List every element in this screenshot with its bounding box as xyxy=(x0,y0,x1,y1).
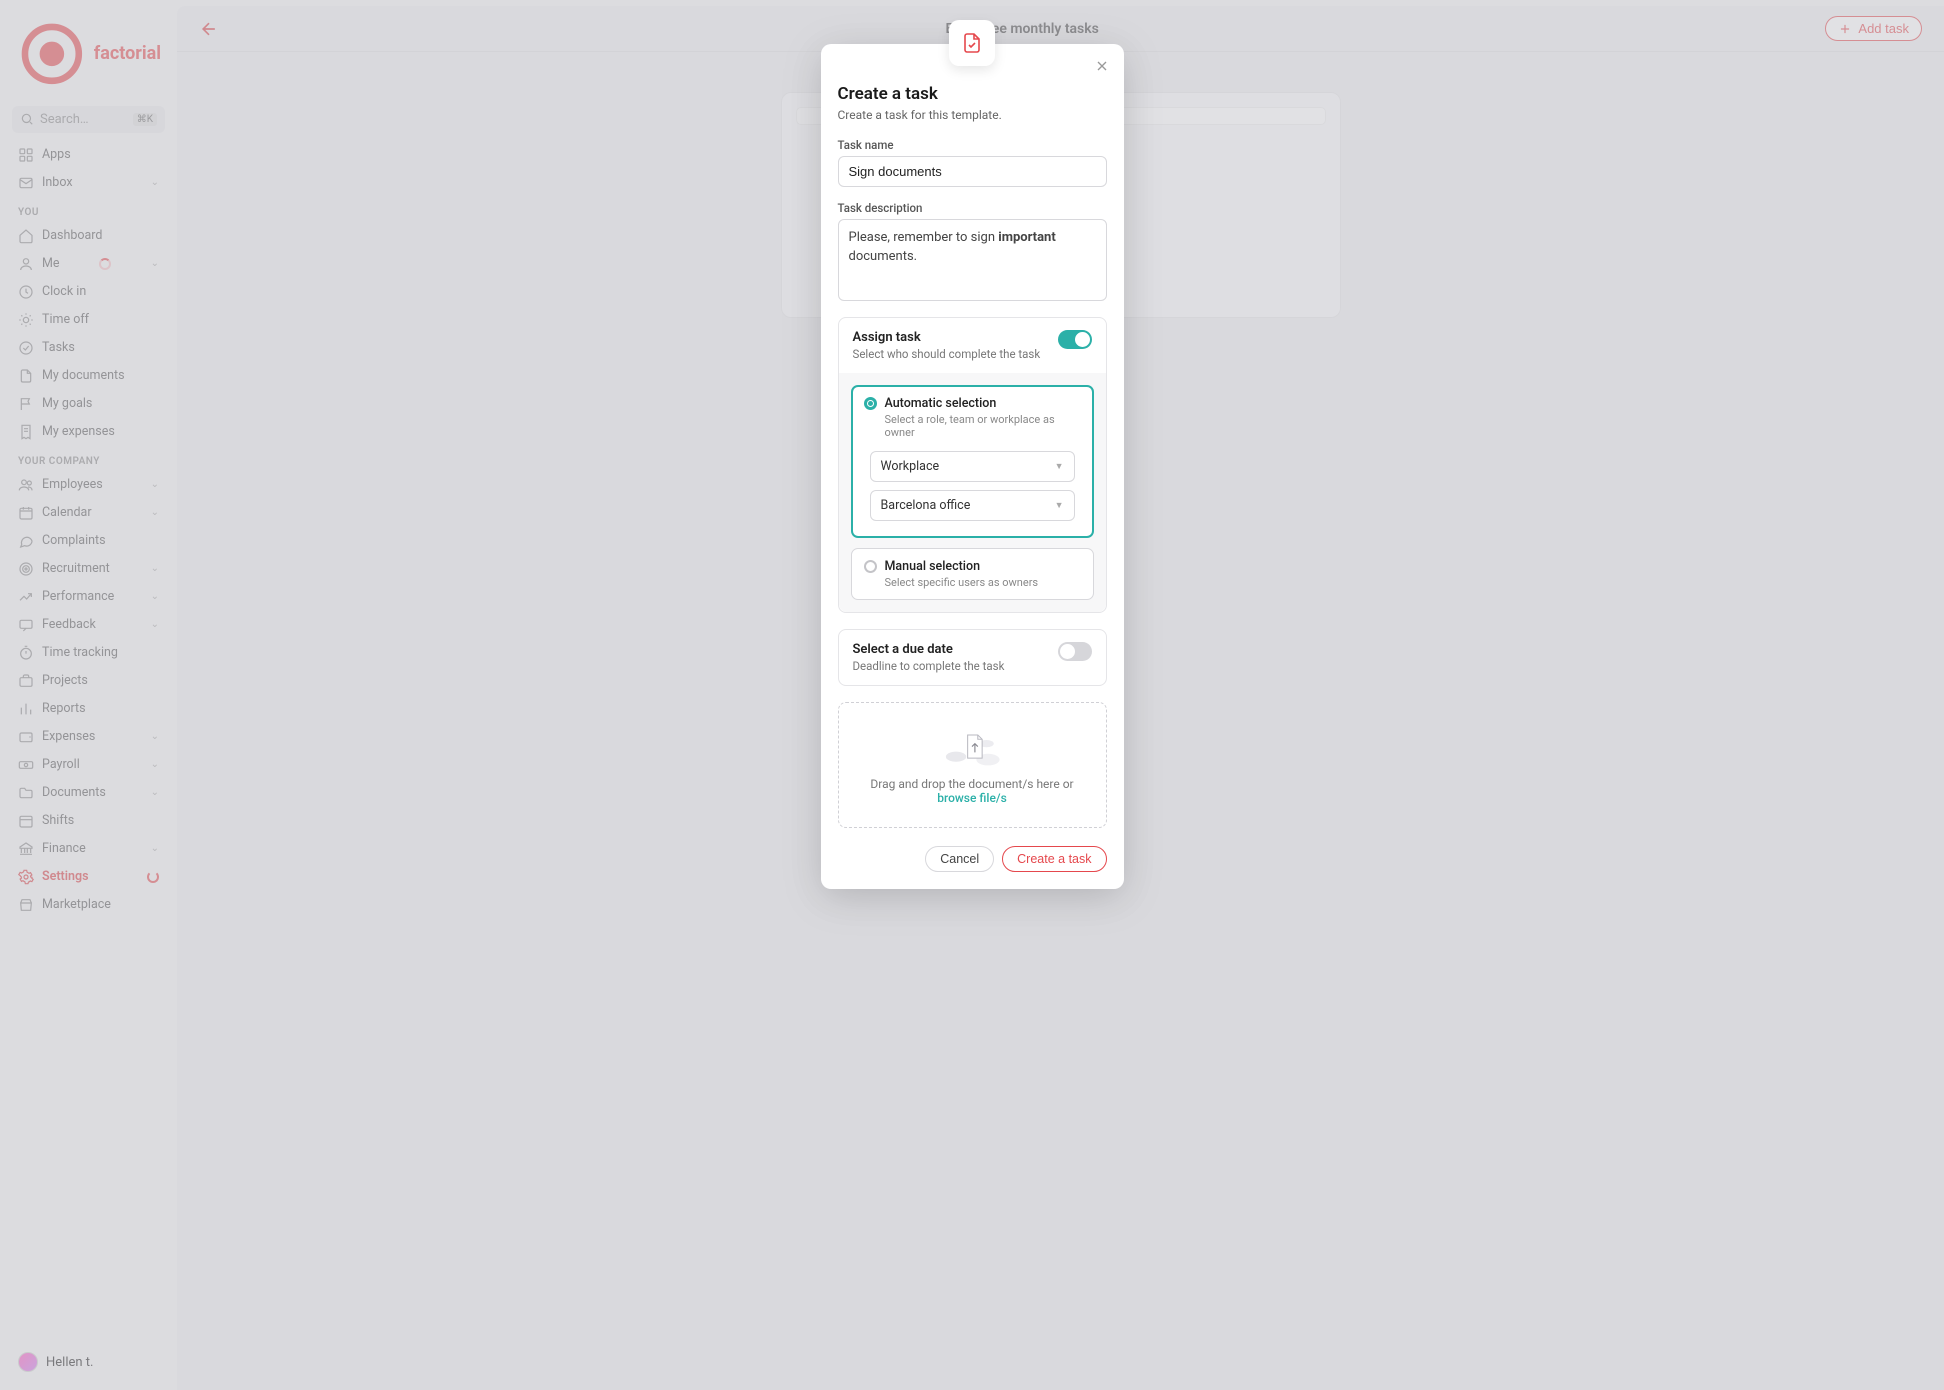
cancel-button[interactable]: Cancel xyxy=(925,846,994,872)
workplace-type-value: Workplace xyxy=(881,459,940,474)
file-dropzone[interactable]: Drag and drop the document/s here or bro… xyxy=(838,702,1107,828)
due-title: Select a due date xyxy=(853,642,1048,657)
automatic-selection-card[interactable]: Automatic selection Select a role, team … xyxy=(851,385,1094,538)
close-button[interactable] xyxy=(1094,58,1110,74)
task-name-label: Task name xyxy=(838,138,1107,152)
document-check-icon xyxy=(960,31,984,55)
due-date-toggle[interactable] xyxy=(1058,642,1092,661)
workplace-value: Barcelona office xyxy=(881,498,971,513)
task-desc-bold: important xyxy=(998,230,1055,245)
assign-subtitle: Select who should complete the task xyxy=(853,347,1048,361)
auto-title: Automatic selection xyxy=(885,396,997,411)
task-desc-suffix: documents. xyxy=(849,249,918,264)
task-desc-prefix: Please, remember to sign xyxy=(849,230,999,245)
task-name-input[interactable] xyxy=(838,156,1107,187)
task-desc-input[interactable]: Please, remember to sign important docum… xyxy=(838,219,1107,301)
due-subtitle: Deadline to complete the task xyxy=(853,659,1048,673)
auto-subtitle: Select a role, team or workplace as owne… xyxy=(885,413,1081,439)
radio-icon xyxy=(864,560,877,573)
assign-title: Assign task xyxy=(853,330,1048,345)
manual-title: Manual selection xyxy=(885,559,981,574)
upload-illustration-icon xyxy=(943,725,1001,771)
workplace-type-select[interactable]: Workplace ▼ xyxy=(870,451,1075,482)
browse-files-link[interactable]: browse file/s xyxy=(937,791,1007,805)
assign-section: Assign task Select who should complete t… xyxy=(838,317,1107,613)
workplace-value-select[interactable]: Barcelona office ▼ xyxy=(870,490,1075,521)
manual-subtitle: Select specific users as owners xyxy=(885,576,1081,589)
modal-overlay: Create a task Create a task for this tem… xyxy=(0,0,1944,1390)
task-desc-label: Task description xyxy=(838,201,1107,215)
dropzone-text: Drag and drop the document/s here or xyxy=(870,777,1073,791)
due-date-section: Select a due date Deadline to complete t… xyxy=(838,629,1107,686)
modal-subtitle: Create a task for this template. xyxy=(838,108,1107,122)
chevron-down-icon: ▼ xyxy=(1055,461,1064,472)
create-task-modal: Create a task Create a task for this tem… xyxy=(821,44,1124,889)
manual-selection-card[interactable]: Manual selection Select specific users a… xyxy=(851,548,1094,600)
chevron-down-icon: ▼ xyxy=(1055,500,1064,511)
assign-toggle[interactable] xyxy=(1058,330,1092,349)
radio-icon xyxy=(864,397,877,410)
modal-header-icon xyxy=(949,20,995,66)
modal-title: Create a task xyxy=(838,84,1107,104)
create-task-button[interactable]: Create a task xyxy=(1002,846,1106,872)
